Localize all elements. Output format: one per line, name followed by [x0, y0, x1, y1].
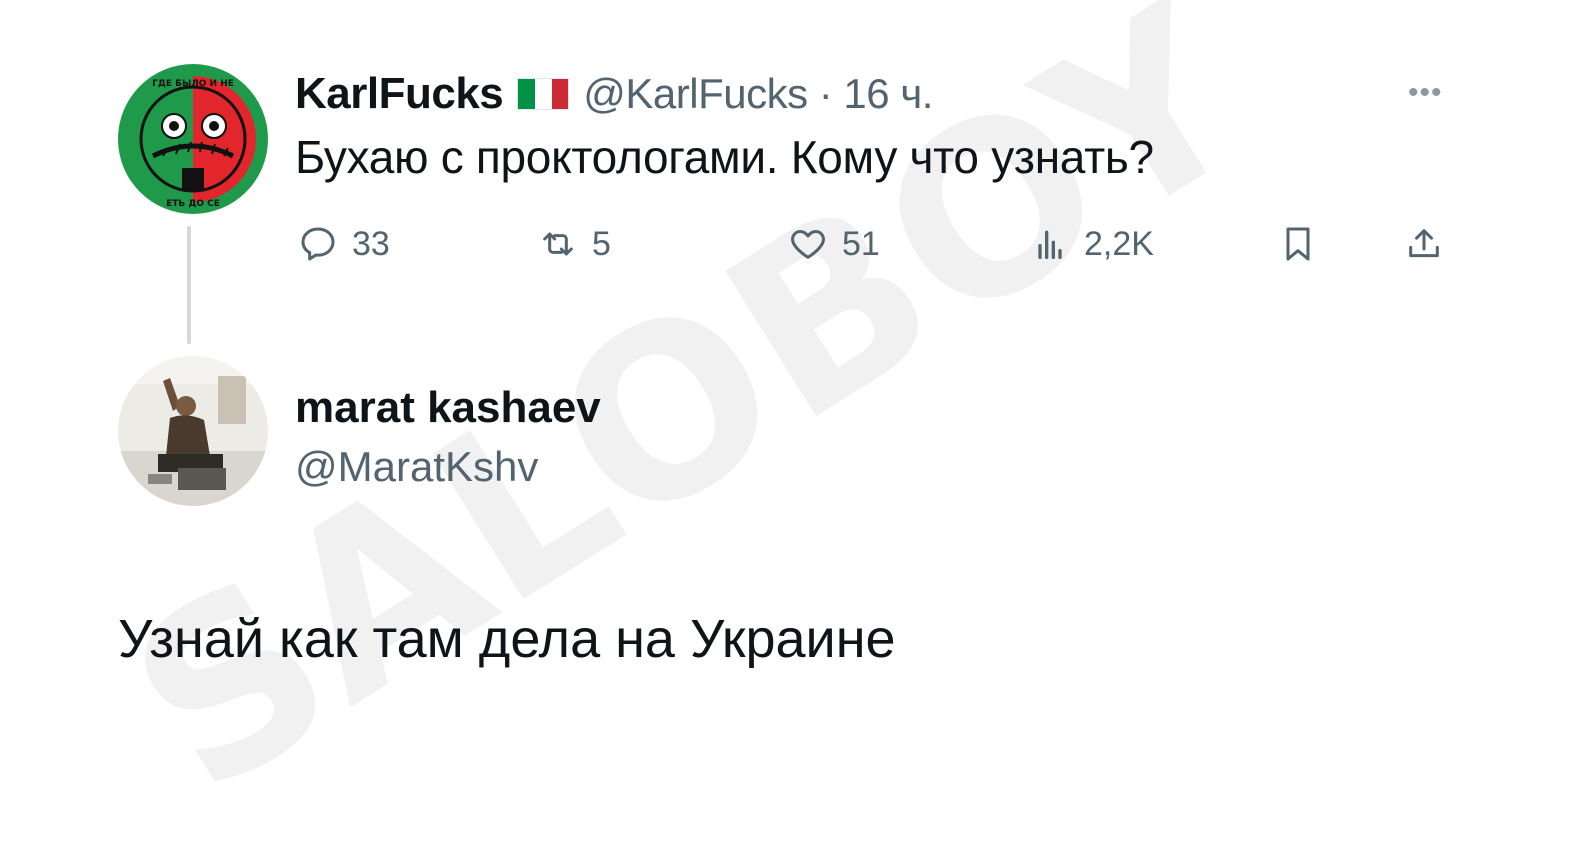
like-count: 51 — [842, 224, 880, 263]
marat-avatar-image — [118, 356, 268, 506]
reply-count: 33 — [352, 224, 390, 263]
flag-stripe-green — [518, 79, 535, 109]
more-icon[interactable]: ••• — [1408, 76, 1443, 110]
flag-stripe-red — [551, 79, 569, 109]
svg-text:ГДЕ БЫЛО И НЕ: ГДЕ БЫЛО И НЕ — [152, 79, 234, 89]
reply-button[interactable]: 33 — [298, 214, 390, 274]
share-icon — [1409, 229, 1439, 258]
retweet-button[interactable]: 5 — [538, 214, 611, 274]
author-name[interactable]: KarlFucks — [295, 69, 504, 119]
share-button[interactable] — [1404, 214, 1444, 274]
avatar[interactable]: ГДЕ БЫЛО И НЕ ЕТЬ ДО СЕ — [118, 64, 268, 214]
views-icon — [1038, 230, 1062, 259]
watermark: SALOBOY — [88, 0, 1292, 846]
author-handle-time[interactable]: @KarlFucks · 16 ч. — [583, 70, 933, 118]
reply-author-handle[interactable]: @MaratKshv — [295, 443, 538, 491]
like-button[interactable]: 51 — [788, 214, 880, 274]
heart-icon — [791, 230, 825, 259]
svg-text:ЕТЬ ДО СЕ: ЕТЬ ДО СЕ — [166, 199, 220, 209]
views-count: 2,2K — [1084, 224, 1154, 263]
reply-author-name[interactable]: marat kashaev — [295, 383, 601, 433]
reply-icon — [301, 227, 335, 261]
views-button[interactable]: 2,2K — [1030, 214, 1154, 274]
tweet-actions: 33 5 51 2,2K — [0, 214, 1586, 274]
bookmark-button[interactable] — [1278, 214, 1318, 274]
italy-flag-icon — [517, 78, 570, 110]
retweet-count: 5 — [592, 224, 611, 263]
karlfucks-avatar-image: ГДЕ БЫЛО И НЕ ЕТЬ ДО СЕ — [118, 64, 268, 214]
avatar[interactable] — [118, 356, 268, 506]
reply-text: Узнай как там дела на Украине — [118, 609, 896, 669]
bookmark-icon — [1286, 227, 1310, 261]
retweet-icon — [543, 232, 573, 256]
tweet-header: KarlFucks @KarlFucks · 16 ч. — [295, 66, 933, 122]
flag-stripe-white — [534, 79, 552, 109]
tweet-text: Бухаю с проктологами. Кому что узнать? — [295, 131, 1154, 183]
